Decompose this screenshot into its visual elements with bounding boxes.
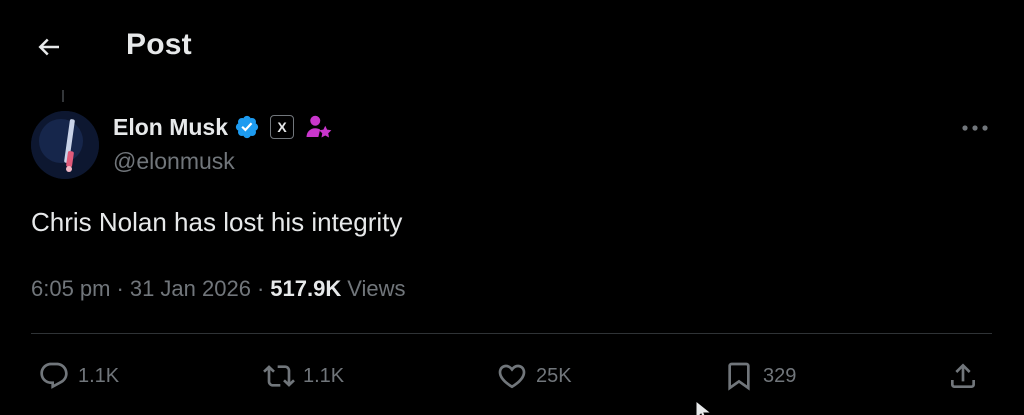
page-title: Post [126,28,192,61]
tweet-meta: 6:05 pm · 31 Jan 2026 · 517.9K Views [31,276,406,302]
repost-count: 1.1K [303,364,345,387]
views-count: 517.9K [270,276,342,301]
author-display-name[interactable]: Elon Musk [113,114,228,141]
heart-icon [498,364,526,389]
share-button[interactable] [947,358,979,394]
mouse-cursor-icon [695,401,713,415]
tweet-date[interactable]: 31 Jan 2026 [130,276,251,302]
repost-icon [263,365,295,387]
arrow-left-icon [38,38,59,56]
avatar-image [31,111,99,179]
bookmark-count: 329 [763,364,797,387]
reply-button[interactable]: 1.1K [38,358,119,394]
tweet-time[interactable]: 6:05 pm [31,276,111,302]
meta-separator: · [256,276,265,301]
affiliation-badge[interactable]: X [270,115,295,139]
back-button[interactable] [32,30,66,64]
more-dots-icon [962,125,988,131]
like-button[interactable]: 25K [496,358,572,394]
reply-icon [40,362,68,389]
author-handle[interactable]: @elonmusk [113,148,235,175]
share-icon [951,363,975,388]
divider [31,333,992,334]
tweet-text: Chris Nolan has lost his integrity [31,207,403,237]
more-options-button[interactable] [958,114,992,142]
repost-button[interactable]: 1.1K [263,358,344,394]
meta-separator: · [116,276,124,301]
reply-count: 1.1K [78,364,120,387]
like-count: 25K [536,364,572,387]
avatar[interactable] [31,111,99,179]
author-name-row: Elon Musk X [113,112,334,142]
verified-badge-icon[interactable] [234,114,260,140]
bookmark-icon [728,362,750,391]
bookmark-button[interactable]: 329 [723,358,796,394]
views-label: Views [347,276,406,301]
header: Post [0,0,1024,92]
thread-line [62,90,64,102]
person-star-icon[interactable] [304,112,334,142]
post-page: Post Elon Musk X @elonmusk Chris Nolan h… [0,0,1024,415]
